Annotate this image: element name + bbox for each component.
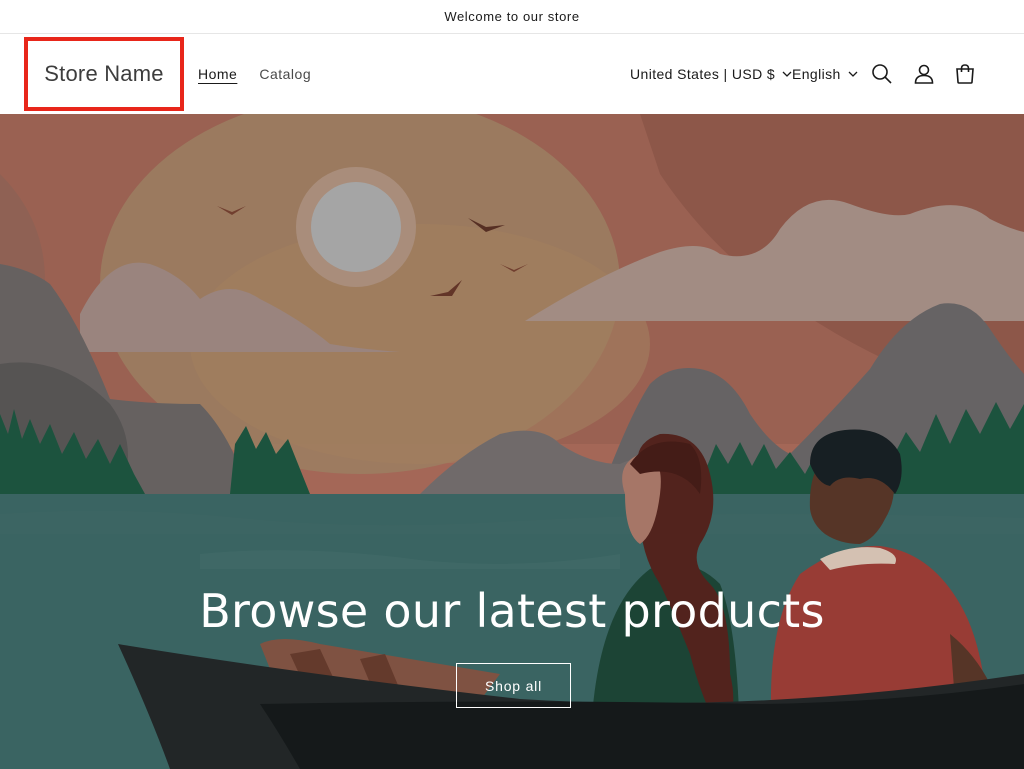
announcement-text: Welcome to our store [444,9,580,24]
shop-all-button[interactable]: Shop all [456,663,571,708]
search-button[interactable] [869,61,895,87]
account-icon [914,64,934,84]
store-name: Store Name [44,61,164,86]
account-button[interactable] [911,61,937,87]
nav-catalog-link[interactable]: Catalog [259,66,311,82]
nav-home-link[interactable]: Home [198,66,237,82]
announcement-bar: Welcome to our store [0,0,1024,34]
main-nav: Home Catalog [198,34,311,114]
search-icon [872,64,892,84]
country-selector[interactable]: United States | USD $ [630,34,792,114]
cart-button[interactable] [952,61,978,87]
hero-heading: Browse our latest products [199,584,825,638]
country-selector-label: United States | USD $ [630,66,776,82]
language-selector[interactable]: English [792,34,858,114]
hero-banner: Browse our latest products Shop all [0,114,1024,769]
store-logo[interactable]: Store Name [24,37,184,111]
cart-icon [956,64,974,84]
site-header: Store Name Home Catalog United States | … [0,34,1024,114]
chevron-down-icon [848,71,858,77]
chevron-down-icon [782,71,792,77]
language-selector-label: English [792,66,841,82]
